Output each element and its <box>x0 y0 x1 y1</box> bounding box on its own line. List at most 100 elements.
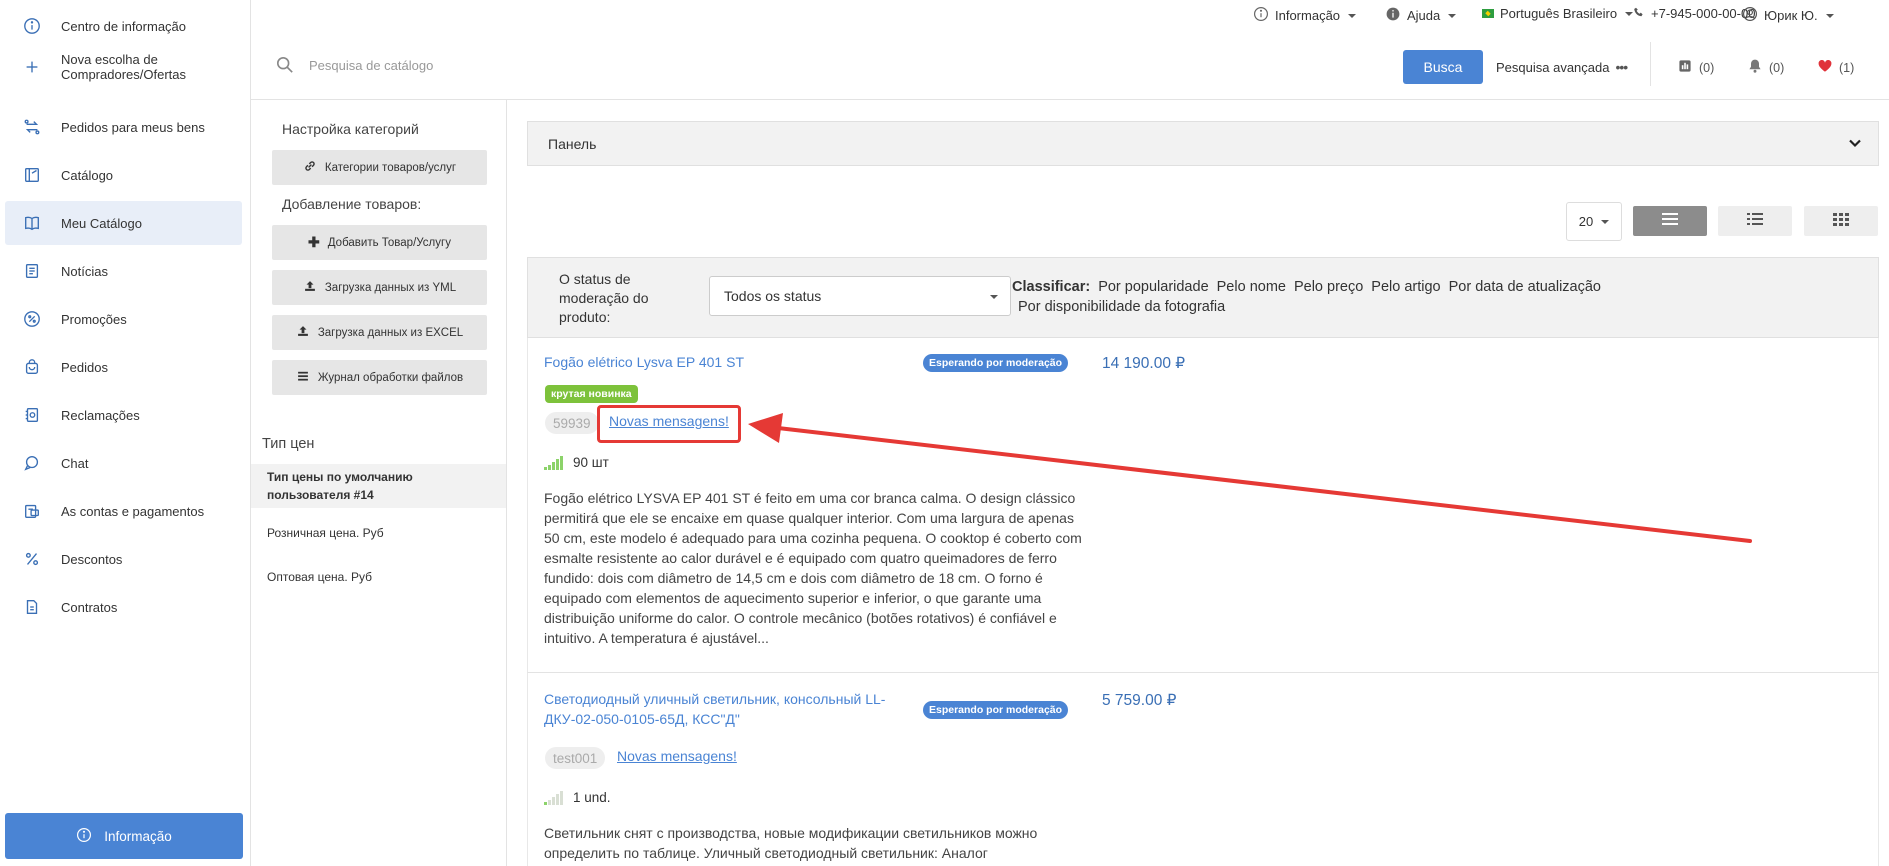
chevron-down-icon <box>1448 13 1457 18</box>
price-type-option[interactable]: Оптовая цена. Руб <box>251 564 506 590</box>
info-circle-icon <box>1253 6 1269 25</box>
yml-upload-button[interactable]: Загрузка данных из YML <box>272 270 487 305</box>
per-page-value: 20 <box>1578 214 1594 229</box>
search-button[interactable]: Busca <box>1403 50 1483 84</box>
product-description: Fogão elétrico LYSVA EP 401 ST é feito e… <box>544 490 1082 646</box>
product-sku: 59939 <box>545 412 599 434</box>
notifications-counter[interactable]: (0) <box>1747 58 1784 77</box>
compact-list-icon <box>1747 212 1763 231</box>
complaint-icon <box>21 404 43 426</box>
chat-icon <box>21 452 43 474</box>
sort-by-name[interactable]: Pelo nome <box>1217 279 1286 295</box>
plus-icon: ✚ <box>308 234 320 250</box>
stock-indicator: 90 шт <box>544 455 609 470</box>
sidebar-item-promocoes[interactable]: Promoções <box>5 297 242 341</box>
compare-counter[interactable]: (0) <box>1677 58 1714 77</box>
product-price: 14 190.00 ₽ <box>1102 355 1186 372</box>
advanced-search-link[interactable]: Pesquisa avançada ••• <box>1496 59 1628 75</box>
sidebar-item-label: Reclamações <box>61 407 140 423</box>
advanced-search-label: Pesquisa avançada <box>1496 59 1610 75</box>
sidebar-item-label: Contratos <box>61 599 118 615</box>
moderation-status-select[interactable]: Todos os status <box>709 276 1011 316</box>
sidebar-item-nova-escolha[interactable]: Nova escolha de Compradores/Ofertas <box>5 44 242 90</box>
bell-icon <box>1747 58 1763 77</box>
sort-options: Classificar: Por popularidade Pelo nome Pel… <box>1012 277 1732 317</box>
sidebar-item-label: Notícias <box>61 263 108 279</box>
news-icon <box>21 260 43 282</box>
sidebar-item-noticias[interactable]: Notícias <box>5 249 242 293</box>
sidebar-item-label: Catálogo <box>61 167 114 183</box>
stock-signal-icon <box>544 456 563 470</box>
sort-label: Classificar: <box>1012 279 1091 295</box>
heart-icon <box>1817 58 1833 77</box>
favorites-counter[interactable]: (1) <box>1817 58 1854 77</box>
phone-link[interactable]: +7-945-000-00-00 <box>1633 6 1755 21</box>
sort-by-price[interactable]: Pelo preço <box>1294 279 1363 295</box>
product-card: Fogão elétrico Lysva EP 401 ST Esperando… <box>527 338 1879 673</box>
info-button[interactable]: Informação <box>5 813 243 859</box>
new-messages-link[interactable]: Novas mensagens! <box>617 748 737 764</box>
per-page-select[interactable]: 20 <box>1566 202 1622 241</box>
sidebar-item-reclamacoes[interactable]: Reclamações <box>5 393 242 437</box>
sidebar: Centro de informação Nova escolha de Com… <box>0 0 251 866</box>
language-menu-label: Português Brasileiro <box>1500 6 1618 21</box>
upload-icon <box>296 324 310 341</box>
sidebar-item-catalogo[interactable]: Catálogo <box>5 153 242 197</box>
stock-signal-icon <box>544 791 563 805</box>
price-type-option[interactable]: Тип цены по умолчанию пользователя #14 <box>251 464 506 508</box>
plus-icon <box>21 56 43 78</box>
moderation-status-label: O status de moderação do produto: <box>559 271 649 325</box>
sidebar-item-pedidos-bens[interactable]: Pedidos para meus bens <box>5 105 242 149</box>
view-grid-button[interactable] <box>1804 206 1878 236</box>
product-title-link[interactable]: Светодиодный уличный светильник, консоль… <box>544 689 914 729</box>
brazil-flag-icon <box>1482 9 1494 18</box>
search-input[interactable] <box>309 52 1109 78</box>
app-root: Centro de informação Nova escolha de Com… <box>0 0 1889 866</box>
panel-header[interactable]: Панель <box>527 121 1879 166</box>
help-menu[interactable]: Ajuda <box>1385 6 1457 25</box>
sidebar-item-label: Promoções <box>61 311 127 327</box>
product-title-link[interactable]: Fogão elétrico Lysva EP 401 ST <box>544 352 914 372</box>
sort-by-popularity[interactable]: Por popularidade <box>1098 279 1208 295</box>
sidebar-item-label: Pedidos para meus bens <box>61 119 205 135</box>
sidebar-item-meu-catalogo[interactable]: Meu Catálogo <box>5 201 242 245</box>
sidebar-item-contratos[interactable]: Contratos <box>5 585 242 629</box>
book-icon <box>21 212 43 234</box>
price-type-option[interactable]: Розничная цена. Руб <box>251 520 506 546</box>
info-menu[interactable]: Informação <box>1253 6 1357 25</box>
language-menu[interactable]: Português Brasileiro <box>1482 6 1634 21</box>
view-compact-button[interactable] <box>1718 206 1792 236</box>
sidebar-item-centro-de-informacao[interactable]: Centro de informação <box>5 4 242 48</box>
sidebar-item-label: Chat <box>61 455 89 471</box>
sidebar-item-contas-pagamentos[interactable]: As contas e pagamentos <box>5 489 242 533</box>
excel-upload-button[interactable]: Загрузка данных из EXCEL <box>272 315 487 350</box>
categories-button[interactable]: Категории товаров/услуг <box>272 150 487 185</box>
sidebar-item-label: Nova escolha de Compradores/Ofertas <box>61 52 186 82</box>
file-journal-button-label: Журнал обработки файлов <box>317 371 464 384</box>
chevron-down-icon <box>1825 13 1834 18</box>
yml-upload-button-label: Загрузка данных из YML <box>324 281 457 294</box>
user-menu[interactable]: Юрик Ю. <box>1742 6 1834 25</box>
stock-quantity: 90 шт <box>573 455 609 470</box>
sort-by-photo[interactable]: Por disponibilidade da fotografia <box>1018 299 1225 315</box>
file-journal-button[interactable]: Журнал обработки файлов <box>272 360 487 395</box>
stock-quantity: 1 und. <box>573 790 611 805</box>
product-card: Светодиодный уличный светильник, консоль… <box>527 673 1879 866</box>
info-circle-icon <box>21 15 43 37</box>
sidebar-item-label: Meu Catálogo <box>61 215 142 231</box>
add-product-button[interactable]: ✚ Добавить Товар/Услугу <box>272 225 487 260</box>
sort-by-article[interactable]: Pelo artigo <box>1371 279 1440 295</box>
sidebar-item-label: Pedidos <box>61 359 108 375</box>
view-list-button[interactable] <box>1633 206 1707 236</box>
status-select-value: Todos os status <box>724 288 822 304</box>
new-product-badge: крутая новинка <box>545 385 638 403</box>
sidebar-item-descontos[interactable]: Descontos <box>5 537 242 581</box>
link-icon <box>303 159 317 176</box>
sort-by-update-date[interactable]: Por data de atualização <box>1449 279 1601 295</box>
stock-indicator: 1 und. <box>544 790 611 805</box>
chevron-down-icon <box>990 295 998 299</box>
filter-bar: O status de moderação do produto: Todos … <box>527 257 1879 338</box>
more-dots-icon: ••• <box>1615 59 1628 75</box>
sidebar-item-pedidos[interactable]: Pedidos <box>5 345 242 389</box>
sidebar-item-chat[interactable]: Chat <box>5 441 242 485</box>
